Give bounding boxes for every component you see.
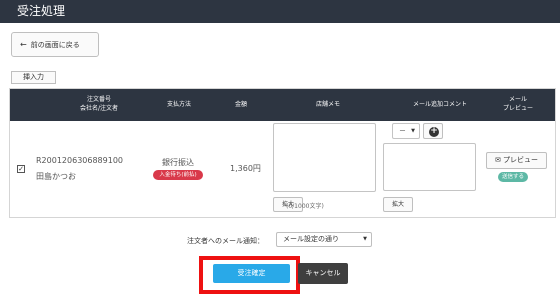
insert-button[interactable]: 挿入力 <box>11 71 56 84</box>
col-company: 会社名/注文者 <box>79 105 119 112</box>
row-checkbox[interactable]: ✓ <box>17 165 25 173</box>
col-amount: 金額 <box>234 101 247 108</box>
chevron-down-icon: ▼ <box>411 128 415 134</box>
col-mail-preview-2: プレビュー <box>502 105 533 112</box>
envelope-icon: ✉ <box>494 156 501 164</box>
plus-icon: + <box>429 126 439 137</box>
order-number: R2001206306889100 <box>36 156 123 165</box>
mail-notify-value: メール設定の通り <box>283 235 339 243</box>
payment-method: 銀行振込 <box>162 158 194 167</box>
send-mail-badge: 送信する <box>498 172 528 182</box>
page-title: 受注処理 <box>17 4 66 18</box>
chevron-down-icon: ▼ <box>363 236 367 242</box>
col-mail-preview: メール <box>508 96 527 103</box>
col-payment: 支払方法 <box>166 101 191 108</box>
col-order-no: 注文番号 <box>86 96 111 103</box>
payment-status-badge: 入金待ち(前払) <box>153 170 203 180</box>
col-shop-memo: 店舗メモ <box>315 101 340 108</box>
order-table: 注文番号 会社名/注文者 支払方法 金額 店舗メモ メール追加コメント メール … <box>9 88 556 218</box>
order-amount: 1,360円 <box>230 164 261 173</box>
table-header: 注文番号 会社名/注文者 支払方法 金額 店舗メモ メール追加コメント メール … <box>10 89 555 121</box>
mail-comment-textarea[interactable] <box>383 143 476 191</box>
add-comment-button[interactable]: + <box>423 123 443 139</box>
page-header: 受注処理 <box>0 0 560 23</box>
customer-name: 田島かつお <box>36 172 76 181</box>
mail-preview-button[interactable]: ✉ プレビュー <box>486 152 547 169</box>
col-mail-comment: メール追加コメント <box>412 101 467 108</box>
shop-memo-textarea[interactable] <box>273 123 376 192</box>
mail-notify-select[interactable]: メール設定の通り ▼ <box>276 232 372 247</box>
mail-comment-expand-button[interactable]: 拡大 <box>383 197 413 212</box>
confirm-order-button[interactable]: 受注確定 <box>213 264 290 283</box>
mail-notify-label: 注文者へのメール通知： <box>187 237 264 245</box>
mail-preview-label: プレビュー <box>503 156 539 164</box>
comment-template-value: － <box>399 127 406 135</box>
char-counter: (0/1000文字) <box>286 203 324 210</box>
arrow-left-icon: ← <box>20 40 27 49</box>
comment-template-select[interactable]: － ▼ <box>392 123 420 139</box>
back-button[interactable]: ← 前の画面に戻る <box>11 32 99 57</box>
cancel-button[interactable]: キャンセル <box>298 263 348 284</box>
back-button-label: 前の画面に戻る <box>30 40 80 49</box>
